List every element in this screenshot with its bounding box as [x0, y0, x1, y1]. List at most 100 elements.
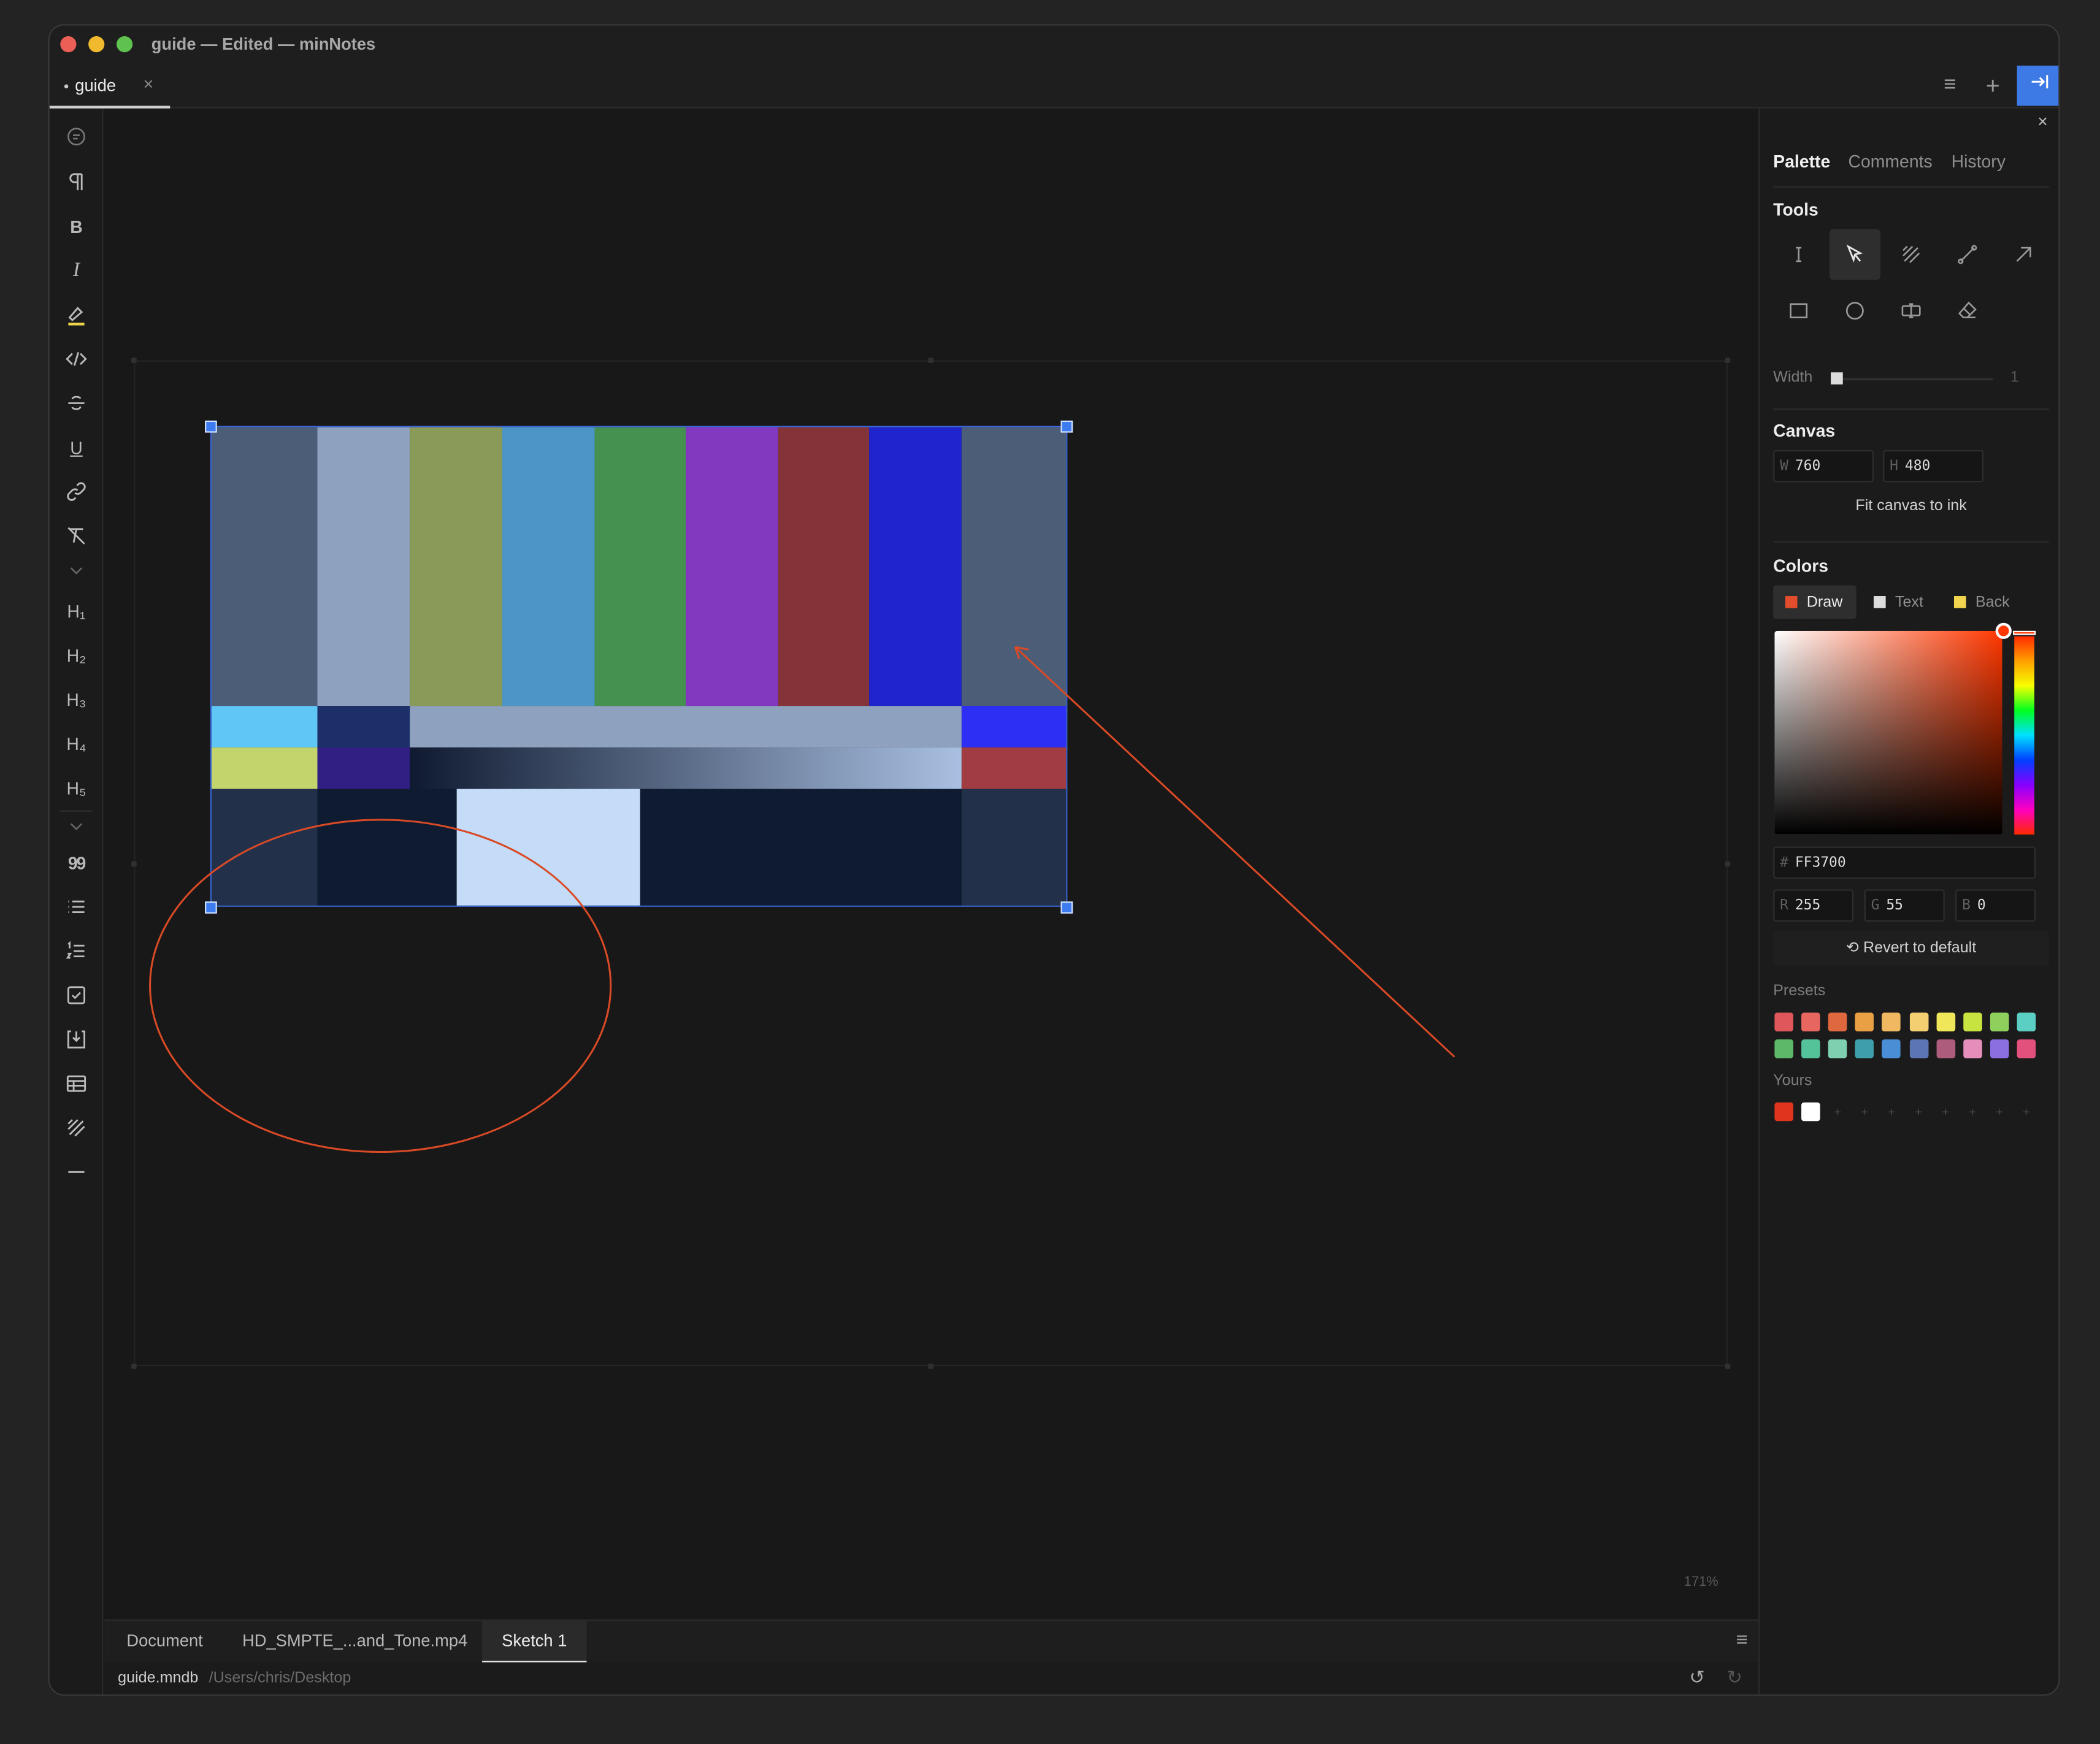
add-custom-color-button[interactable]: + — [1990, 1103, 2009, 1122]
table-icon[interactable] — [50, 1066, 103, 1101]
revert-to-default-button[interactable]: ⟲ Revert to default — [1773, 931, 2050, 966]
preset-swatch[interactable] — [2017, 1039, 2036, 1058]
tab-document[interactable]: Document — [104, 1621, 225, 1664]
italic-button[interactable]: I — [50, 253, 103, 288]
pencil-tool-icon[interactable] — [1886, 229, 1937, 280]
chevron-down-icon[interactable] — [50, 814, 103, 838]
rectangle-tool-icon[interactable] — [1773, 285, 1824, 336]
preset-swatch[interactable] — [1936, 1012, 1955, 1031]
preset-swatch[interactable] — [1774, 1012, 1793, 1031]
ellipse-stroke[interactable] — [149, 819, 612, 1153]
insert-image-icon[interactable] — [50, 1022, 103, 1057]
preset-swatch[interactable] — [1855, 1012, 1874, 1031]
tab-video[interactable]: HD_SMPTE_...and_Tone.mp4 — [231, 1621, 480, 1664]
sketch-canvas[interactable]: 171% — [104, 108, 1759, 1620]
preset-swatch[interactable] — [2017, 1012, 2036, 1031]
close-tab-icon[interactable]: × — [144, 74, 154, 94]
back-color-tab[interactable]: Back — [1942, 586, 2022, 619]
line-tool-icon[interactable] — [1942, 229, 1993, 280]
width-slider-track[interactable] — [1834, 377, 1993, 381]
hue-slider[interactable] — [2014, 636, 2034, 835]
menu-icon[interactable]: ≡ — [1930, 66, 1971, 106]
tab-sketch[interactable]: Sketch 1 — [482, 1621, 587, 1664]
preset-swatch[interactable] — [1909, 1012, 1928, 1031]
link-icon[interactable] — [50, 474, 103, 509]
minimize-window-button[interactable] — [88, 36, 105, 53]
textbox-tool-icon[interactable] — [1886, 285, 1937, 336]
heading-4-button[interactable]: H₄ — [50, 726, 103, 761]
chevron-down-icon[interactable] — [50, 559, 103, 583]
document-tab-guide[interactable]: guide × — [49, 63, 171, 109]
tab-history[interactable]: History — [1952, 151, 2006, 172]
heading-2-button[interactable]: H₂ — [50, 638, 103, 673]
undo-icon[interactable]: ↺ — [1689, 1666, 1705, 1689]
highlight-icon[interactable] — [50, 297, 103, 332]
preset-swatch[interactable] — [1990, 1012, 2009, 1031]
add-tab-icon[interactable]: + — [1973, 66, 2014, 106]
hex-field[interactable]: # FF3700 — [1773, 846, 2036, 879]
view-menu-icon[interactable]: ≡ — [1736, 1629, 1748, 1651]
toggle-inspector-button[interactable] — [2017, 66, 2059, 106]
canvas-height-field[interactable]: H 480 — [1883, 449, 1984, 483]
code-icon[interactable] — [50, 342, 103, 377]
heading-1-button[interactable]: H₁ — [50, 594, 103, 629]
strikethrough-icon[interactable] — [50, 386, 103, 421]
preset-swatch[interactable] — [1828, 1039, 1847, 1058]
underline-button[interactable]: U — [50, 430, 103, 465]
checklist-icon[interactable] — [50, 978, 103, 1013]
draw-color-tab[interactable]: Draw — [1773, 585, 1857, 619]
add-custom-color-button[interactable]: + — [1963, 1103, 1982, 1122]
tab-palette[interactable]: Palette — [1773, 151, 1830, 172]
canvas-width-field[interactable]: W 760 — [1773, 449, 1874, 483]
paragraph-icon[interactable] — [50, 165, 103, 200]
preset-swatch[interactable] — [1774, 1039, 1793, 1058]
heading-5-button[interactable]: H₅ — [50, 770, 103, 805]
width-slider-thumb[interactable] — [1831, 372, 1843, 384]
text-color-tab[interactable]: Text — [1861, 586, 1939, 619]
clear-format-icon[interactable] — [50, 518, 103, 553]
add-custom-color-button[interactable]: + — [1855, 1103, 1874, 1122]
comment-icon[interactable] — [50, 119, 103, 154]
quote-button[interactable]: 99 — [50, 845, 103, 880]
preset-swatch[interactable] — [1882, 1039, 1901, 1058]
add-custom-color-button[interactable]: + — [2017, 1103, 2036, 1122]
preset-swatch[interactable] — [1936, 1039, 1955, 1058]
bullet-list-icon[interactable] — [50, 889, 103, 924]
select-tool-icon[interactable] — [1829, 229, 1880, 280]
bold-button[interactable]: B — [50, 209, 103, 244]
saturation-brightness-picker[interactable] — [1774, 630, 2002, 835]
add-custom-color-button[interactable]: + — [1936, 1103, 1955, 1122]
preset-swatch[interactable] — [1990, 1039, 2009, 1058]
heading-3-button[interactable]: H₃ — [50, 682, 103, 717]
tab-comments[interactable]: Comments — [1848, 151, 1932, 172]
preset-swatch[interactable] — [1855, 1039, 1874, 1058]
blue-field[interactable]: B0 — [1955, 889, 2036, 922]
preset-swatch[interactable] — [1963, 1039, 1982, 1058]
green-field[interactable]: G 55 — [1864, 889, 1945, 922]
add-custom-color-button[interactable]: + — [1828, 1103, 1847, 1122]
text-tool-icon[interactable] — [1773, 229, 1824, 280]
add-custom-color-button[interactable]: + — [1909, 1103, 1928, 1122]
redo-icon[interactable]: ↻ — [1726, 1666, 1742, 1689]
zoom-window-button[interactable] — [116, 36, 133, 53]
fit-canvas-button[interactable]: Fit canvas to ink — [1773, 499, 2049, 514]
preset-swatch[interactable] — [1801, 1039, 1820, 1058]
close-window-button[interactable] — [60, 36, 77, 53]
ellipse-tool-icon[interactable] — [1830, 285, 1880, 336]
preset-swatch[interactable] — [1882, 1012, 1901, 1031]
hue-slider-marker[interactable] — [2013, 630, 2036, 635]
preset-swatch[interactable] — [1801, 1012, 1820, 1031]
numbered-list-icon[interactable] — [50, 933, 103, 968]
custom-swatch[interactable] — [1774, 1102, 1793, 1122]
arrow-tool-icon[interactable] — [1998, 229, 2049, 280]
arrow-stroke[interactable] — [1014, 646, 1455, 1058]
close-inspector-icon[interactable]: × — [2037, 111, 2048, 131]
red-field[interactable]: R 255 — [1773, 889, 1854, 922]
preset-swatch[interactable] — [1963, 1012, 1982, 1031]
horizontal-rule-icon[interactable] — [50, 1155, 103, 1190]
eraser-tool-icon[interactable] — [1942, 285, 1993, 336]
sketch-icon[interactable] — [50, 1111, 103, 1145]
add-custom-color-button[interactable]: + — [1882, 1103, 1901, 1122]
color-picker-knob[interactable] — [1995, 622, 2012, 639]
preset-swatch[interactable] — [1909, 1039, 1928, 1058]
